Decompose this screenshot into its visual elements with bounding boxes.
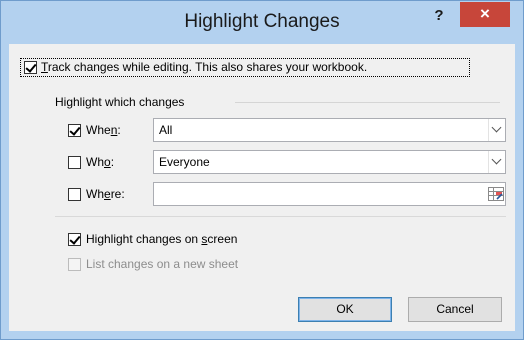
where-range-input[interactable]	[153, 182, 506, 206]
title-bar: Highlight Changes ? ×	[1, 1, 523, 43]
highlight-on-screen-label[interactable]: Highlight changes on screen	[86, 232, 237, 246]
when-label-post: :	[117, 123, 121, 137]
ok-button[interactable]: OK	[298, 297, 392, 322]
highlight-on-screen-checkbox[interactable]	[68, 233, 81, 246]
separator	[55, 216, 506, 217]
where-label-post: re:	[110, 187, 125, 201]
highlight-label-pre: Highlight changes on	[86, 232, 202, 246]
who-dropdown[interactable]: Everyone	[153, 150, 506, 174]
who-value: Everyone	[159, 155, 210, 169]
when-dropdown[interactable]: All	[153, 118, 506, 142]
who-label-pre: Wh	[86, 155, 104, 169]
when-label-pre: Whe	[86, 123, 111, 137]
help-button[interactable]: ?	[427, 5, 451, 29]
who-label-post: :	[110, 155, 115, 169]
close-button[interactable]: ×	[460, 2, 510, 27]
track-label-post: rack changes while editing. This also sh…	[47, 60, 368, 74]
track-changes-label[interactable]: Track changes while editing. This also s…	[41, 60, 367, 74]
group-divider	[235, 102, 500, 103]
where-label-accesskey: e	[104, 187, 111, 201]
cancel-button[interactable]: Cancel	[408, 297, 502, 322]
collapse-dialog-icon[interactable]	[488, 186, 504, 202]
list-changes-checkbox	[68, 258, 81, 271]
track-changes-checkbox[interactable]	[24, 61, 37, 74]
group-label: Highlight which changes	[55, 95, 185, 109]
when-value: All	[159, 123, 173, 137]
chevron-down-icon[interactable]	[488, 119, 505, 141]
who-checkbox[interactable]	[68, 156, 81, 169]
chevron-down-icon[interactable]	[488, 151, 505, 173]
when-checkbox[interactable]	[68, 124, 81, 137]
where-label-pre: Wh	[86, 187, 104, 201]
track-label-accesskey: T	[41, 60, 48, 74]
where-label[interactable]: Where:	[86, 187, 125, 201]
who-label[interactable]: Who:	[86, 155, 114, 169]
who-label-accesskey: o	[104, 155, 111, 169]
highlight-changes-dialog: Highlight Changes ? × Track changes whil…	[0, 0, 524, 340]
when-label[interactable]: When:	[86, 123, 121, 137]
highlight-label-post: creen	[207, 232, 238, 246]
where-checkbox[interactable]	[68, 188, 81, 201]
list-changes-label: List changes on a new sheet	[86, 257, 239, 271]
dialog-body: Track changes while editing. This also s…	[9, 44, 515, 331]
